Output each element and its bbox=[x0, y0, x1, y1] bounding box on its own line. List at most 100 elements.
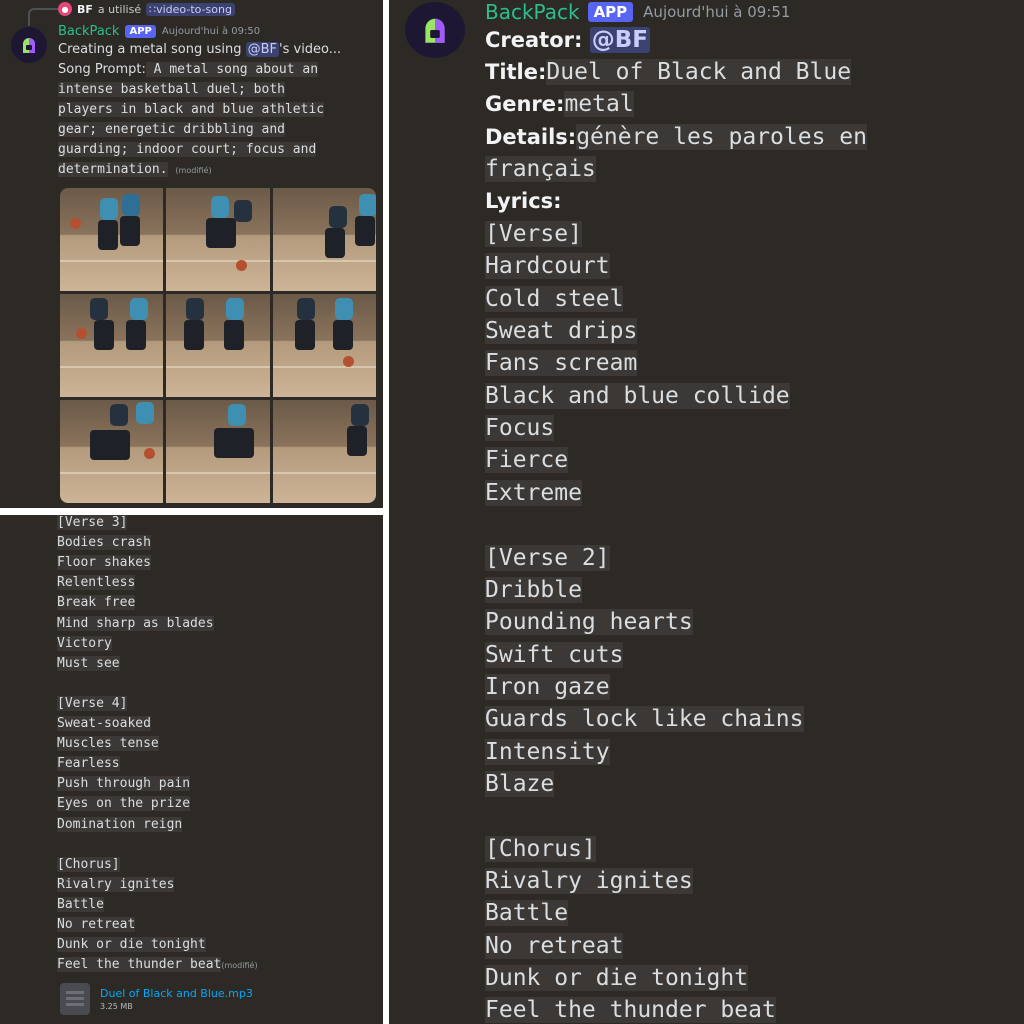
lyric-line: Extreme bbox=[485, 478, 582, 509]
lyric-line: Guards lock like chains bbox=[485, 704, 804, 735]
reply-reference[interactable]: ● BF a utilisé ∷video-to-song bbox=[58, 1, 235, 17]
prompt-text: determination. bbox=[58, 162, 168, 177]
video-frame[interactable] bbox=[272, 294, 376, 397]
bot-avatar[interactable] bbox=[11, 27, 47, 63]
lyric-text: Push through pain bbox=[57, 776, 191, 792]
lyric-text: Extreme bbox=[485, 479, 582, 506]
lyric-line: Fearless bbox=[57, 755, 120, 773]
lyric-text: No retreat bbox=[57, 917, 136, 932]
lyric-line: Battle bbox=[57, 896, 104, 914]
lyric-text: [Verse 4] bbox=[57, 695, 128, 711]
bot-name[interactable]: BackPack bbox=[485, 0, 580, 24]
lyric-text: [Verse 2] bbox=[485, 544, 610, 571]
message-panel-lyrics-continued: [Verse 3] Bodies crash Floor shakes Relentl… bbox=[0, 515, 383, 1024]
edited-label: (modifié) bbox=[175, 166, 212, 175]
title-row: Title:Duel of Black and Blue bbox=[485, 57, 852, 88]
lyric-line: Sweat-soaked bbox=[57, 715, 151, 733]
title-value: Duel of Black and Blue bbox=[546, 59, 852, 85]
lyric-line: Must see bbox=[57, 655, 120, 673]
command-chip[interactable]: ∷video-to-song bbox=[146, 2, 235, 16]
title-label: Title: bbox=[485, 60, 547, 84]
lyric-text: Pounding hearts bbox=[485, 609, 693, 636]
genre-value: metal bbox=[564, 91, 634, 117]
lyric-line: Push through pain bbox=[57, 775, 191, 793]
lyric-line: Dunk or die tonight bbox=[485, 963, 749, 994]
creator-mention[interactable]: @BF bbox=[589, 27, 650, 53]
lyric-line: Break free bbox=[57, 594, 136, 612]
user-mention[interactable]: @BF bbox=[245, 42, 280, 57]
bot-avatar[interactable] bbox=[405, 2, 465, 58]
lyric-line: Cold steel bbox=[485, 284, 624, 315]
lyric-line: Fans scream bbox=[485, 348, 638, 379]
details-value: français bbox=[485, 156, 596, 182]
app-badge: APP bbox=[125, 25, 156, 38]
lyric-text: Dribble bbox=[485, 576, 582, 603]
lyric-line: Pounding hearts bbox=[485, 607, 693, 638]
video-frame[interactable] bbox=[60, 400, 164, 503]
lyric-text: Rivalry ignites bbox=[57, 876, 175, 892]
video-frame[interactable] bbox=[166, 400, 270, 503]
lyric-line: Feel the thunder beat(modifié) bbox=[57, 956, 258, 974]
lyric-text: Victory bbox=[57, 635, 112, 651]
video-frame[interactable] bbox=[272, 400, 376, 503]
lyric-text: Intensity bbox=[485, 738, 610, 765]
video-frames-grid[interactable] bbox=[60, 188, 376, 503]
lyric-line: Dunk or die tonight bbox=[57, 936, 206, 954]
lyrics-row: Lyrics: bbox=[485, 186, 562, 217]
attachment-size: 3.25 MB bbox=[100, 1002, 133, 1011]
timestamp: Aujourd'hui à 09:50 bbox=[161, 26, 261, 37]
lyric-line: Intensity bbox=[485, 737, 610, 768]
intro-after: 's video... bbox=[279, 42, 342, 57]
lyric-line: Battle bbox=[485, 898, 569, 929]
lyric-text: Feel the thunder beat bbox=[485, 997, 776, 1024]
lyric-line: Rivalry ignites bbox=[57, 876, 175, 894]
lyric-line: Dribble bbox=[485, 575, 582, 606]
lyric-text: [Verse] bbox=[485, 221, 582, 247]
lyric-text: Muscles tense bbox=[57, 736, 159, 752]
prompt-text: A metal song about an bbox=[145, 62, 319, 77]
message-header: BackPack APP Aujourd'hui à 09:50 bbox=[58, 24, 260, 39]
lyric-line: Hardcourt bbox=[485, 251, 610, 282]
lyric-text: Feel the thunder beat bbox=[57, 957, 222, 973]
lyric-text: Fierce bbox=[485, 447, 569, 474]
lyric-line: Feel the thunder beat bbox=[485, 995, 776, 1024]
genre-row: Genre:metal bbox=[485, 89, 634, 120]
video-frame[interactable] bbox=[60, 188, 164, 291]
lyric-text: Mind sharp as blades bbox=[57, 615, 214, 631]
lyric-text: Cold steel bbox=[485, 285, 624, 312]
backpack-logo-icon bbox=[425, 18, 445, 43]
prompt-text: players in black and blue athletic bbox=[58, 102, 325, 117]
edited-label: (modifié) bbox=[221, 961, 258, 971]
lyric-line: Eyes on the prize bbox=[57, 795, 191, 813]
lyric-text: Dunk or die tonight bbox=[57, 937, 206, 953]
lyric-text: Blaze bbox=[485, 770, 555, 797]
lyric-line: Sweat drips bbox=[485, 316, 638, 347]
file-icon[interactable] bbox=[60, 983, 90, 1015]
lyric-line: Rivalry ignites bbox=[485, 866, 693, 897]
lyric-line: No retreat bbox=[485, 931, 624, 962]
prompt-text: guarding; indoor court; focus and bbox=[58, 142, 317, 157]
bot-name[interactable]: BackPack bbox=[58, 24, 119, 39]
lyric-line: [Verse 3] bbox=[57, 515, 128, 532]
lyric-text: [Verse 3] bbox=[57, 515, 128, 530]
lyric-line: Floor shakes bbox=[57, 554, 151, 572]
video-frame[interactable] bbox=[166, 188, 270, 291]
lyric-line: Black and blue collide bbox=[485, 381, 790, 412]
video-frame[interactable] bbox=[272, 188, 376, 291]
lyric-text: Fans scream bbox=[485, 350, 638, 377]
attachment-link[interactable]: Duel of Black and Blue.mp3 bbox=[100, 987, 253, 1000]
details-value: génère les paroles en bbox=[576, 124, 867, 150]
video-frame[interactable] bbox=[60, 294, 164, 397]
lyric-line: Bodies crash bbox=[57, 534, 151, 552]
reply-user[interactable]: BF bbox=[77, 3, 93, 16]
lyric-line: Mind sharp as blades bbox=[57, 615, 214, 633]
message-header: BackPack APP Aujourd'hui à 09:51 bbox=[485, 0, 790, 24]
lyric-line: Focus bbox=[485, 413, 555, 444]
lyric-line: Muscles tense bbox=[57, 735, 159, 753]
command-name: video-to-song bbox=[156, 2, 232, 16]
lyric-text: Sweat-soaked bbox=[57, 716, 151, 731]
video-frame[interactable] bbox=[166, 294, 270, 397]
lyric-text: No retreat bbox=[485, 932, 624, 959]
lyric-text: Bodies crash bbox=[57, 535, 151, 551]
lyric-text: [Chorus] bbox=[57, 856, 120, 872]
